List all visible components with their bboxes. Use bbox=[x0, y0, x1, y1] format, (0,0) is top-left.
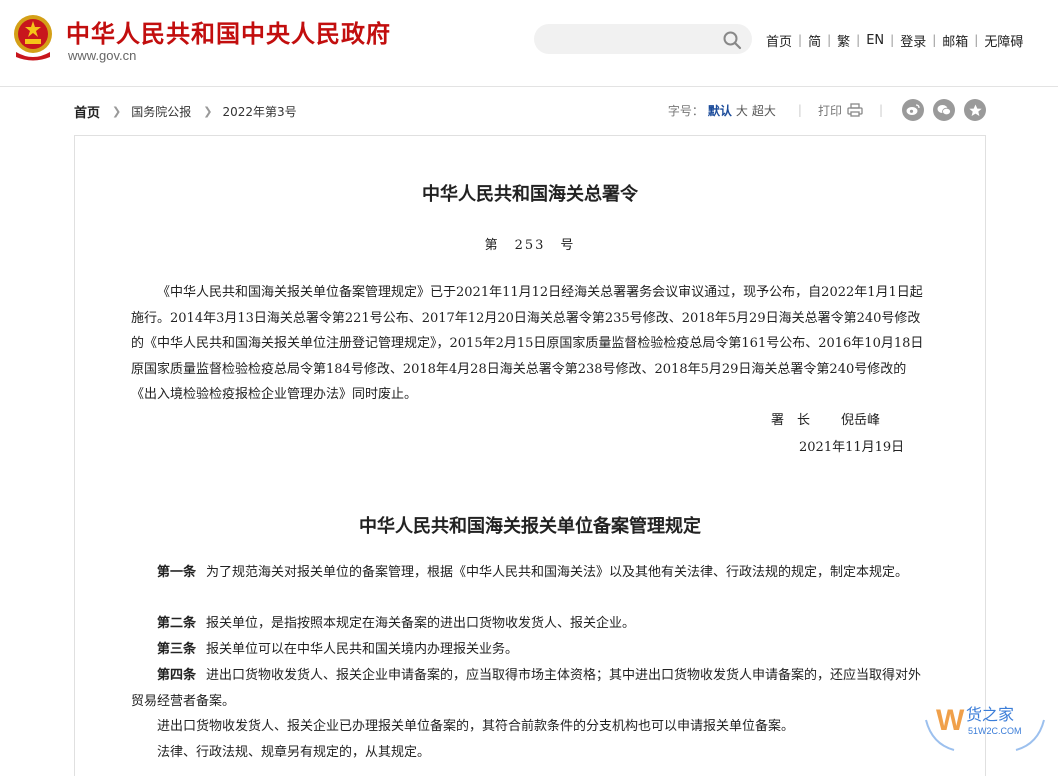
decree-date: 2021年11月19日 bbox=[799, 440, 905, 455]
article-text: 进出口货物收发货人、报关企业申请备案的，应当取得市场主体资格；其中进出口货物收发… bbox=[131, 668, 922, 709]
nav-home[interactable]: 首页 bbox=[760, 31, 798, 50]
article-text: 为了规范海关对报关单位的备案管理，根据《中华人民共和国海关法》以及其他有关法律、… bbox=[206, 565, 909, 580]
site-title[interactable]: 中华人民共和国中央人民政府 bbox=[66, 14, 391, 49]
article-text: 报关单位可以在中华人民共和国关境内办理报关业务。 bbox=[206, 642, 519, 657]
print-button[interactable]: 打印 bbox=[818, 102, 863, 119]
article-2: 第二条 报关单位，是指按照本规定在海关备案的进出口货物收发货人、报关企业。 bbox=[131, 611, 929, 637]
article-4-para-2: 进出口货物收发货人、报关企业已办理报关单位备案的，其符合前款条件的分支机构也可以… bbox=[157, 719, 795, 734]
decree-title: 中华人民共和国海关总署令 bbox=[422, 184, 638, 205]
breadcrumb-issue[interactable]: 2022年第3号 bbox=[222, 103, 296, 120]
article-label: 第三条 bbox=[157, 642, 197, 657]
breadcrumb: 首页 ❯ 国务院公报 ❯ 2022年第3号 bbox=[74, 102, 297, 121]
site-url[interactable]: www.gov.cn bbox=[68, 48, 136, 63]
nav-traditional[interactable]: 繁 bbox=[831, 31, 856, 50]
divider: | bbox=[797, 103, 802, 117]
article-4: 第四条 进出口货物收发货人、报关企业申请备案的，应当取得市场主体资格；其中进出口货… bbox=[131, 663, 929, 714]
search-icon[interactable] bbox=[722, 30, 742, 50]
watermark-url: 51W2C.COM bbox=[968, 726, 1022, 736]
decree-number: 第 253 号 bbox=[484, 238, 576, 253]
article-4-para-3: 法律、行政法规、规章另有规定的，从其规定。 bbox=[157, 745, 431, 760]
chevron-right-icon: ❯ bbox=[203, 105, 213, 118]
print-label: 打印 bbox=[817, 103, 842, 118]
watermark-w: W bbox=[936, 704, 965, 737]
article-label: 第四条 bbox=[157, 668, 197, 683]
font-size-xlarge[interactable]: 超大 bbox=[752, 102, 776, 119]
nav-english[interactable]: EN bbox=[860, 33, 890, 48]
search-input[interactable] bbox=[548, 29, 722, 51]
breadcrumb-home[interactable]: 首页 bbox=[74, 102, 100, 121]
article-text: 报关单位，是指按照本规定在海关备案的进出口货物收发货人、报关企业。 bbox=[206, 616, 636, 631]
article-3: 第三条 报关单位可以在中华人民共和国关境内办理报关业务。 bbox=[131, 637, 929, 663]
wechat-share-icon[interactable] bbox=[933, 99, 955, 121]
article-1: 第一条 为了规范海关对报关单位的备案管理，根据《中华人民共和国海关法》以及其他有关… bbox=[131, 560, 929, 586]
regulation-title: 中华人民共和国海关报关单位备案管理规定 bbox=[359, 516, 701, 537]
font-size-default[interactable]: 默认 bbox=[708, 102, 732, 119]
weibo-share-icon[interactable] bbox=[902, 99, 924, 121]
site-header: 中华人民共和国中央人民政府 www.gov.cn 首页 | 简 | 繁 | EN | 登… bbox=[0, 0, 1058, 87]
nav-simplified[interactable]: 简 bbox=[802, 31, 827, 50]
breadcrumb-gazette[interactable]: 国务院公报 bbox=[131, 103, 191, 120]
favorite-star-icon[interactable] bbox=[964, 99, 986, 121]
article-label: 第二条 bbox=[157, 616, 197, 631]
chevron-right-icon: ❯ bbox=[112, 105, 122, 118]
breadcrumb-bar: 首页 ❯ 国务院公报 ❯ 2022年第3号 字号： 默认 大 超大 | 打印 | bbox=[74, 98, 986, 122]
nav-mail[interactable]: 邮箱 bbox=[936, 31, 974, 50]
printer-icon bbox=[847, 103, 863, 117]
divider: | bbox=[878, 103, 883, 117]
watermark-text: 货之家 bbox=[966, 705, 1014, 724]
nav-accessibility[interactable]: 无障碍 bbox=[978, 31, 1029, 50]
font-size-large[interactable]: 大 bbox=[736, 102, 748, 119]
page-tools: 字号： 默认 大 超大 | 打印 | bbox=[668, 98, 986, 122]
signer-name: 倪岳峰 bbox=[841, 413, 881, 428]
search-box bbox=[534, 24, 752, 54]
article-label: 第一条 bbox=[157, 565, 197, 580]
top-nav: 首页 | 简 | 繁 | EN | 登录 | 邮箱 | 无障碍 bbox=[760, 31, 1029, 50]
article-panel: 中华人民共和国海关总署令 第 253 号 《中华人民共和国海关报关单位备案管理规… bbox=[74, 135, 986, 776]
nav-login[interactable]: 登录 bbox=[894, 31, 932, 50]
font-size-label: 字号： bbox=[667, 103, 704, 118]
signer-title: 署 长 bbox=[771, 413, 811, 428]
national-emblem-icon[interactable] bbox=[10, 12, 56, 62]
decree-intro: 《中华人民共和国海关报关单位备案管理规定》已于2021年11月12日经海关总署署… bbox=[131, 285, 924, 403]
watermark-logo: W 货之家 51W2C.COM bbox=[925, 704, 1045, 751]
